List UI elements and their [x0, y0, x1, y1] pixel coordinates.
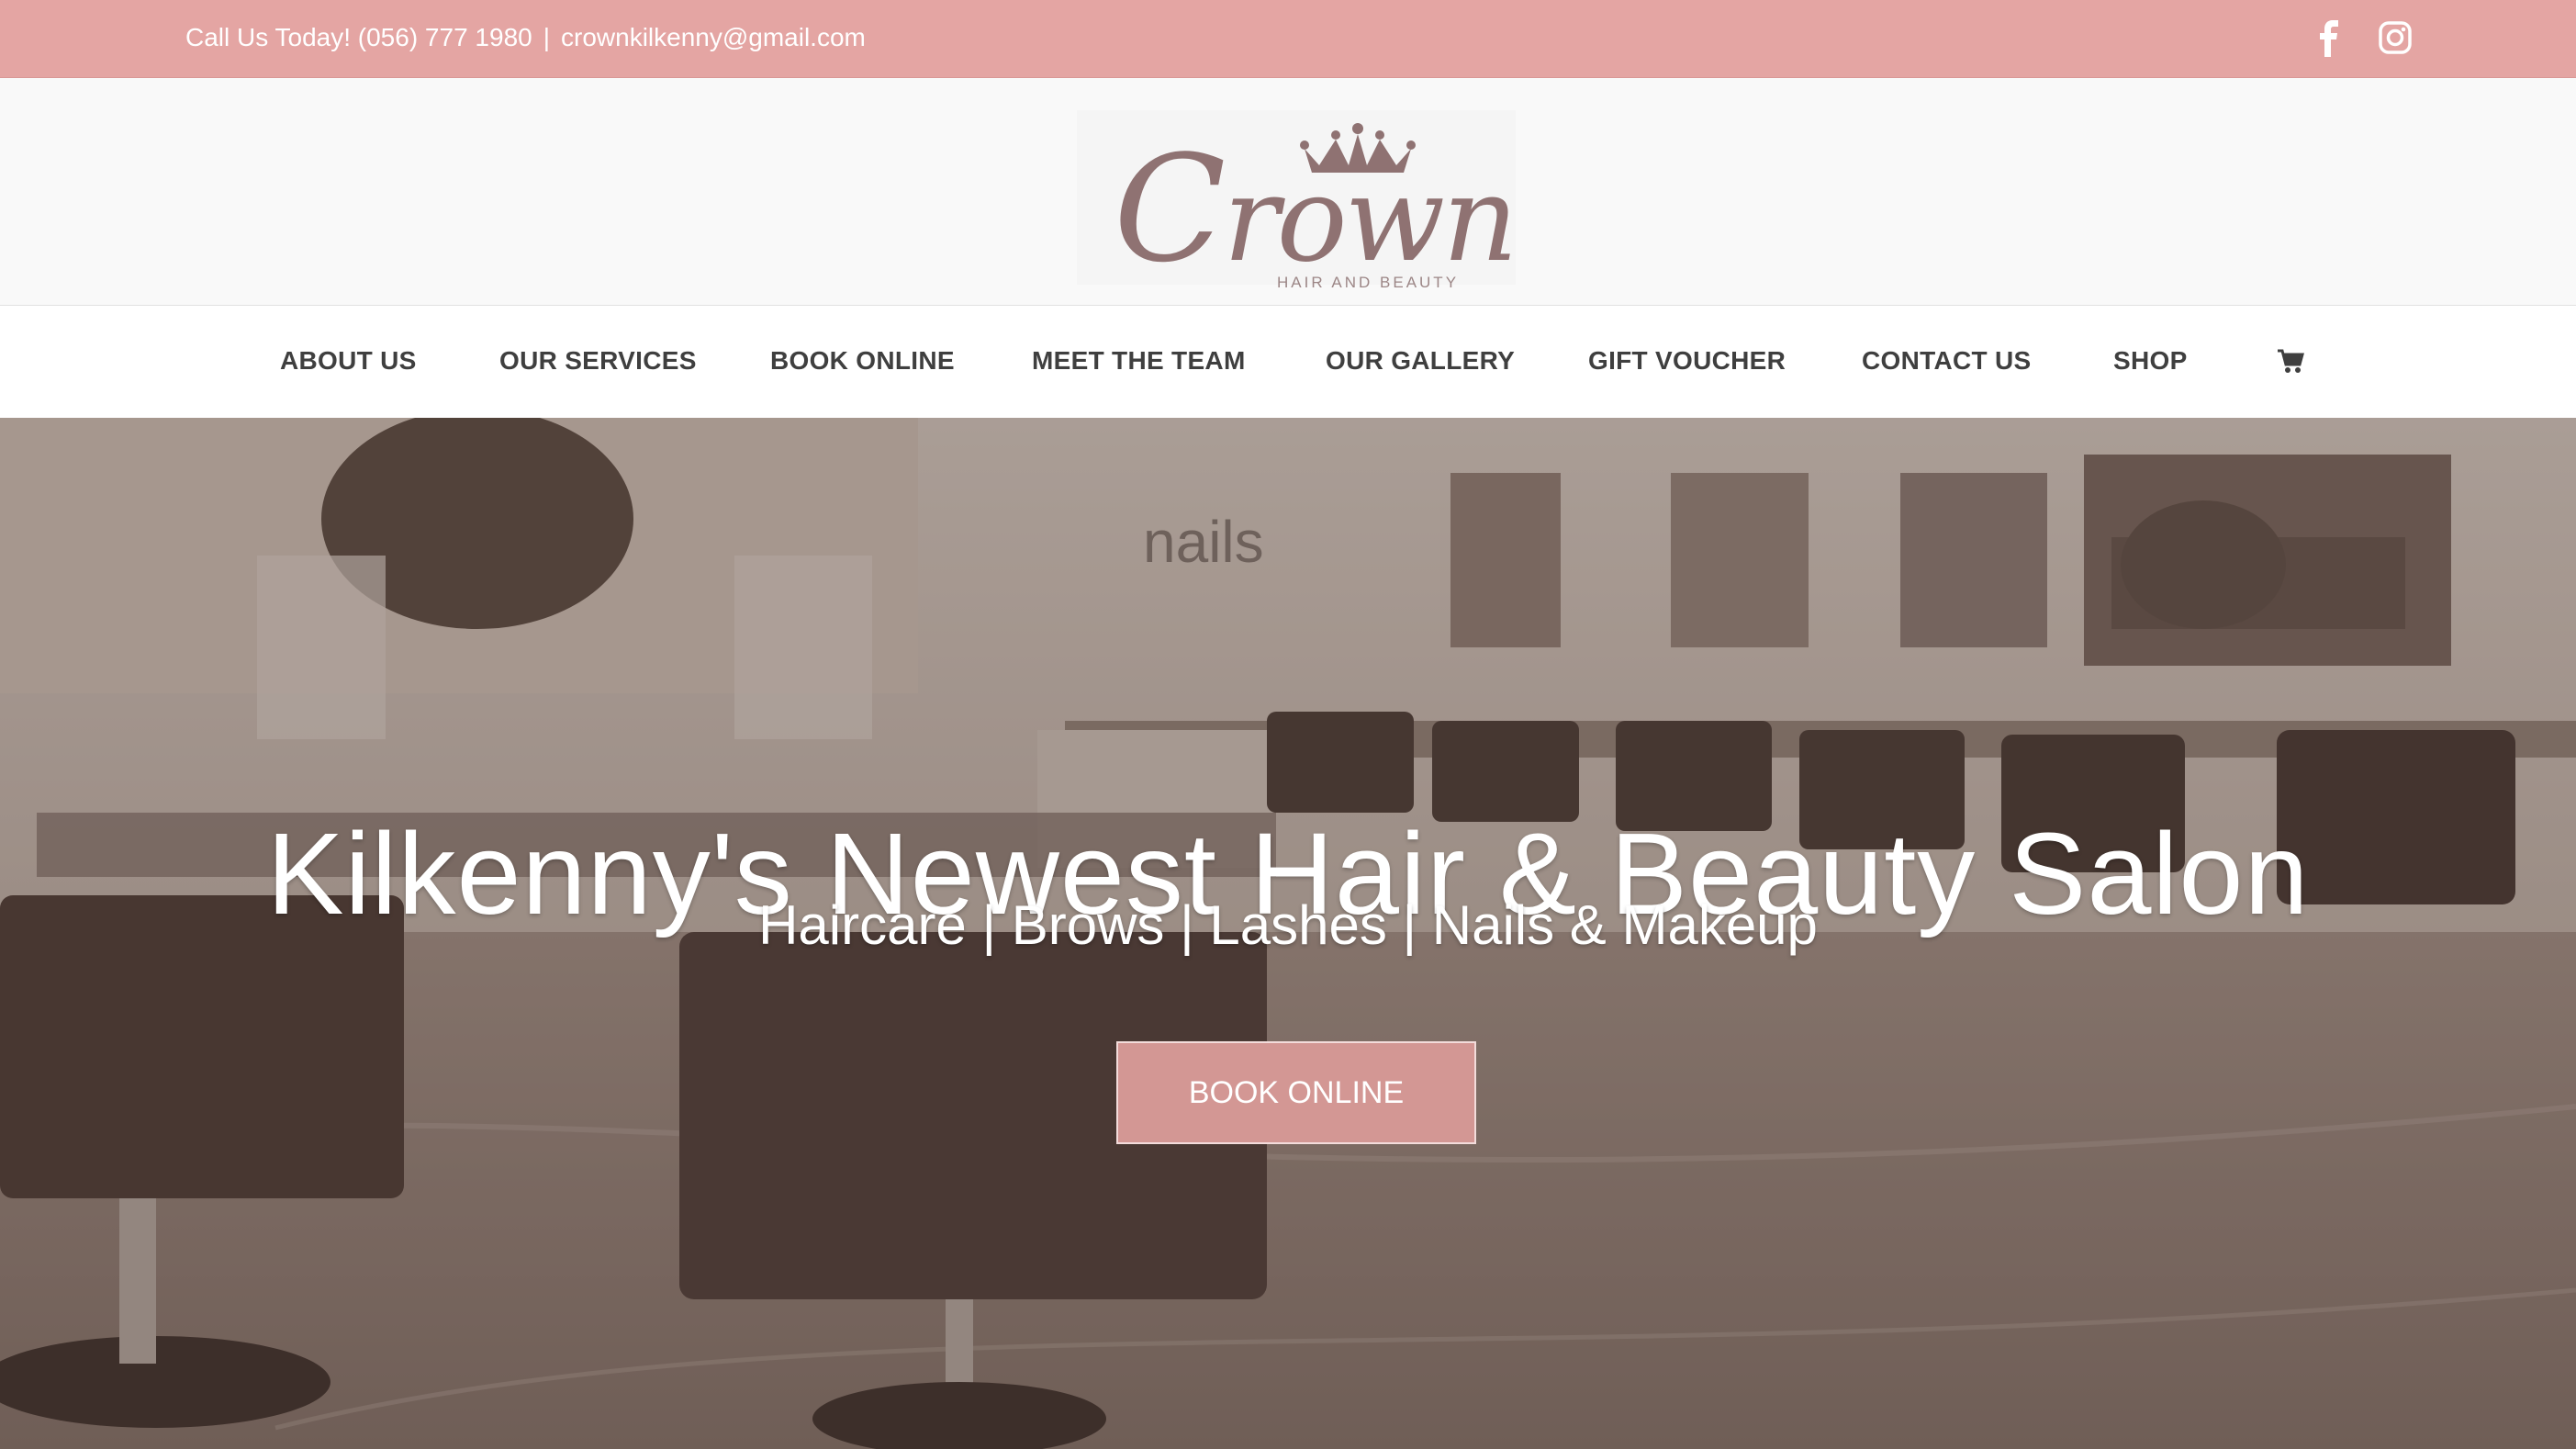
nav-contact-us[interactable]: CONTACT US: [1862, 346, 2031, 376]
phone-link[interactable]: Call Us Today! (056) 777 1980: [185, 23, 532, 51]
email-link[interactable]: crownkilkenny@gmail.com: [561, 23, 866, 51]
nav-gift-voucher[interactable]: GIFT VOUCHER: [1588, 346, 1786, 376]
hero-subtitle: Haircare | Brows | Lashes | Nails & Make…: [758, 894, 1818, 956]
main-navigation: ABOUT US OUR SERVICES BOOK ONLINE MEET T…: [0, 306, 2576, 418]
nails-sign: nails: [1143, 509, 1264, 575]
logo-header: Crown HAIR AND BEAUTY: [0, 78, 2576, 306]
logo-wordmark: Crown: [1114, 123, 1518, 295]
nav-our-services[interactable]: OUR SERVICES: [499, 346, 697, 376]
top-contact-bar: Call Us Today! (056) 777 1980 | crownkilke…: [0, 0, 2576, 78]
nav-about-us[interactable]: ABOUT US: [280, 346, 417, 376]
site-logo[interactable]: Crown HAIR AND BEAUTY: [1077, 110, 1518, 295]
instagram-icon[interactable]: [2378, 20, 2413, 55]
book-online-button[interactable]: BOOK ONLINE: [1116, 1041, 1476, 1144]
contact-separator: |: [543, 23, 550, 51]
nav-book-online[interactable]: BOOK ONLINE: [770, 346, 955, 376]
facebook-icon[interactable]: [2316, 20, 2344, 57]
hero-section: nails Kilkenny's Newest Hair & Beauty Sa…: [0, 418, 2576, 1449]
shopping-cart-icon[interactable]: [2277, 349, 2304, 381]
nav-shop[interactable]: SHOP: [2113, 346, 2188, 376]
contact-info: Call Us Today! (056) 777 1980 | crownkilke…: [185, 23, 866, 52]
nav-meet-the-team[interactable]: MEET THE TEAM: [1032, 346, 1246, 376]
nav-our-gallery[interactable]: OUR GALLERY: [1326, 346, 1515, 376]
logo-tagline: HAIR AND BEAUTY: [1277, 274, 1460, 291]
